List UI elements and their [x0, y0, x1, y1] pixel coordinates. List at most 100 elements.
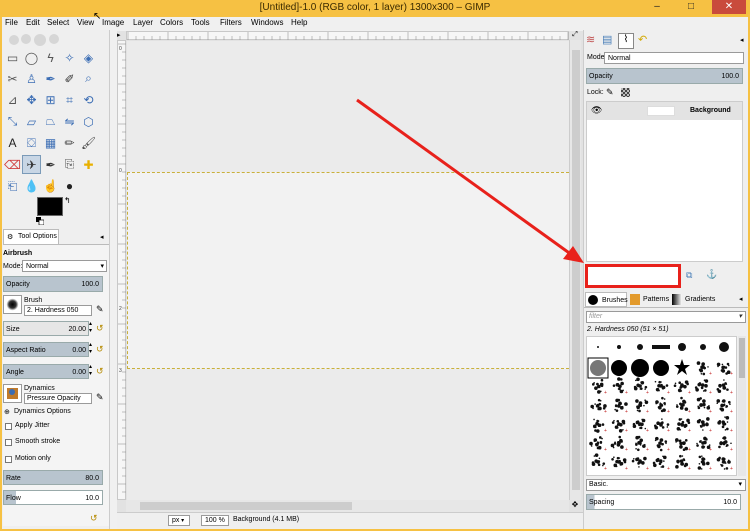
- edit-dynamics-icon[interactable]: ✎: [96, 392, 104, 403]
- opacity-slider[interactable]: Opacity 100.0: [3, 276, 103, 292]
- blur-icon[interactable]: 💧: [22, 177, 41, 196]
- foreground-color[interactable]: [37, 197, 63, 216]
- dodge-burn-icon[interactable]: ●: [60, 177, 79, 196]
- layer-row[interactable]: 👁 Background: [587, 102, 742, 120]
- color-picker-icon[interactable]: ✐: [60, 69, 79, 88]
- angle-slider[interactable]: Angle 0.00: [3, 364, 89, 379]
- brushes-tab[interactable]: Brushes: [585, 292, 628, 307]
- reset-options-icon[interactable]: ↺: [90, 513, 98, 524]
- dynamics-field[interactable]: Pressure Opacity: [24, 393, 92, 404]
- move-icon[interactable]: ✥: [22, 91, 41, 110]
- brush-scroll-thumb[interactable]: [739, 338, 745, 378]
- horizontal-scrollbar[interactable]: [126, 500, 569, 512]
- reset-aspect-icon[interactable]: ↺: [96, 344, 104, 355]
- brush-thumbnails[interactable]: + + + + + + + + + + + + + + + + + + + + + + + + + + + + + + + + + + + + +: [587, 337, 737, 476]
- flip-icon[interactable]: ⇋: [60, 112, 79, 131]
- blend-icon[interactable]: ▦: [41, 134, 60, 153]
- layers-tab-icon[interactable]: ≋: [586, 33, 595, 46]
- color-select-icon[interactable]: ◈: [79, 48, 98, 67]
- image-canvas[interactable]: [127, 172, 569, 369]
- perspective-clone-icon[interactable]: ⎗: [3, 177, 22, 196]
- foreground-select-icon[interactable]: ♙: [22, 69, 41, 88]
- menu-select[interactable]: Select: [47, 18, 69, 27]
- dynamics-preview[interactable]: [3, 384, 22, 403]
- brush-grid[interactable]: + + + + + + + + + + + + + + + + + + + + + + + + + + + + + + + + + + + + +: [586, 336, 737, 476]
- brush-preset-select[interactable]: Basic. ▾: [586, 479, 746, 491]
- mode-select[interactable]: Normal ▾: [22, 260, 107, 272]
- reset-size-icon[interactable]: ↺: [96, 323, 104, 334]
- menu-edit[interactable]: Edit: [26, 18, 40, 27]
- navigate-icon[interactable]: ✥: [569, 500, 581, 512]
- aspect-spinner[interactable]: ▴ ▾: [89, 342, 92, 356]
- vertical-scroll-thumb[interactable]: [572, 50, 580, 490]
- eye-icon[interactable]: 👁: [591, 105, 602, 116]
- pencil-icon[interactable]: ✏: [60, 134, 79, 153]
- maximize-button[interactable]: □: [674, 0, 708, 14]
- cage-icon[interactable]: ⬡: [79, 112, 98, 131]
- panel-menu-icon[interactable]: ◂: [100, 233, 104, 241]
- menu-file[interactable]: File: [5, 18, 18, 27]
- layers-mode-select[interactable]: Normal: [604, 52, 744, 64]
- shear-icon[interactable]: ▱: [22, 112, 41, 131]
- lock-pixels-icon[interactable]: ✎: [606, 87, 614, 98]
- apply-jitter-checkbox[interactable]: [5, 423, 12, 430]
- menu-tools[interactable]: Tools: [191, 18, 210, 27]
- menu-colors[interactable]: Colors: [160, 18, 183, 27]
- spacing-slider[interactable]: Spacing 10.0: [586, 494, 741, 510]
- lock-alpha-icon[interactable]: [621, 88, 630, 97]
- ellipse-select-icon[interactable]: ◯: [22, 48, 41, 67]
- bucket-fill-icon[interactable]: ⛋: [22, 134, 41, 153]
- free-select-icon[interactable]: ϟ: [41, 48, 60, 67]
- vertical-scrollbar[interactable]: [569, 40, 581, 500]
- menu-filters[interactable]: Filters: [220, 18, 242, 27]
- expand-icon[interactable]: ⊕: [4, 408, 10, 416]
- minimize-button[interactable]: –: [642, 0, 672, 14]
- scale-icon[interactable]: ⤡: [3, 112, 22, 131]
- ink-icon[interactable]: ✒: [41, 155, 60, 174]
- fuzzy-select-icon[interactable]: ✧: [60, 48, 79, 67]
- patterns-tab[interactable]: Patterns: [628, 292, 670, 307]
- brush-scrollbar[interactable]: [738, 336, 746, 476]
- dynamics-options-expander[interactable]: Dynamics Options: [14, 408, 71, 415]
- airbrush-icon[interactable]: ✈: [22, 155, 41, 175]
- duplicate-layer-icon[interactable]: ⧉: [686, 270, 692, 281]
- paths-tab-icon[interactable]: ⌇: [618, 33, 634, 49]
- tool-options-tab[interactable]: ⚙ Tool Options: [3, 229, 59, 244]
- horizontal-scroll-thumb[interactable]: [140, 502, 352, 510]
- aspect-ratio-slider[interactable]: Aspect Ratio 0.00: [3, 342, 89, 357]
- close-button[interactable]: ✕: [712, 0, 746, 14]
- scissors-icon[interactable]: ✂: [3, 69, 22, 88]
- dock-menu-icon[interactable]: ◂: [740, 36, 744, 44]
- edit-brush-icon[interactable]: ✎: [96, 304, 104, 315]
- channels-tab-icon[interactable]: ▤: [602, 33, 612, 46]
- menu-image[interactable]: Image: [102, 18, 124, 27]
- zoom-select[interactable]: 100 %: [201, 515, 229, 526]
- smooth-stroke-checkbox[interactable]: [5, 439, 12, 446]
- motion-only-checkbox[interactable]: [5, 456, 12, 463]
- brush-filter-input[interactable]: filter ▾: [586, 311, 746, 323]
- reset-angle-icon[interactable]: ↺: [96, 366, 104, 377]
- paths-icon[interactable]: ✒: [41, 69, 60, 88]
- text-icon[interactable]: A: [3, 134, 22, 153]
- brush-name-field[interactable]: 2. Hardness 050: [24, 305, 92, 316]
- size-spinner[interactable]: ▴ ▾: [89, 321, 92, 335]
- brush-preview[interactable]: [3, 295, 22, 314]
- menu-view[interactable]: View: [77, 18, 94, 27]
- flow-slider[interactable]: Flow 10.0: [3, 490, 103, 505]
- gradients-tab[interactable]: Gradients: [670, 292, 718, 307]
- paintbrush-icon[interactable]: 🖌: [79, 134, 98, 153]
- rotate-icon[interactable]: ⟲: [79, 91, 98, 110]
- eraser-icon[interactable]: ⌫: [3, 155, 22, 174]
- menu-layer[interactable]: Layer: [133, 18, 153, 27]
- rect-select-icon[interactable]: ▭: [3, 48, 22, 67]
- menu-help[interactable]: Help: [291, 18, 307, 27]
- undo-history-tab-icon[interactable]: ↶: [638, 33, 647, 46]
- zoom-toggle-icon[interactable]: ⤢: [569, 31, 581, 40]
- brushes-menu-icon[interactable]: ◂: [739, 295, 743, 303]
- default-colors-icon[interactable]: [36, 217, 45, 226]
- angle-spinner[interactable]: ▴ ▾: [89, 364, 92, 378]
- align-icon[interactable]: ⊞: [41, 91, 60, 110]
- heal-icon[interactable]: ✚: [79, 155, 98, 174]
- unit-select[interactable]: px ▾: [168, 515, 190, 526]
- smudge-icon[interactable]: ☝: [41, 177, 60, 196]
